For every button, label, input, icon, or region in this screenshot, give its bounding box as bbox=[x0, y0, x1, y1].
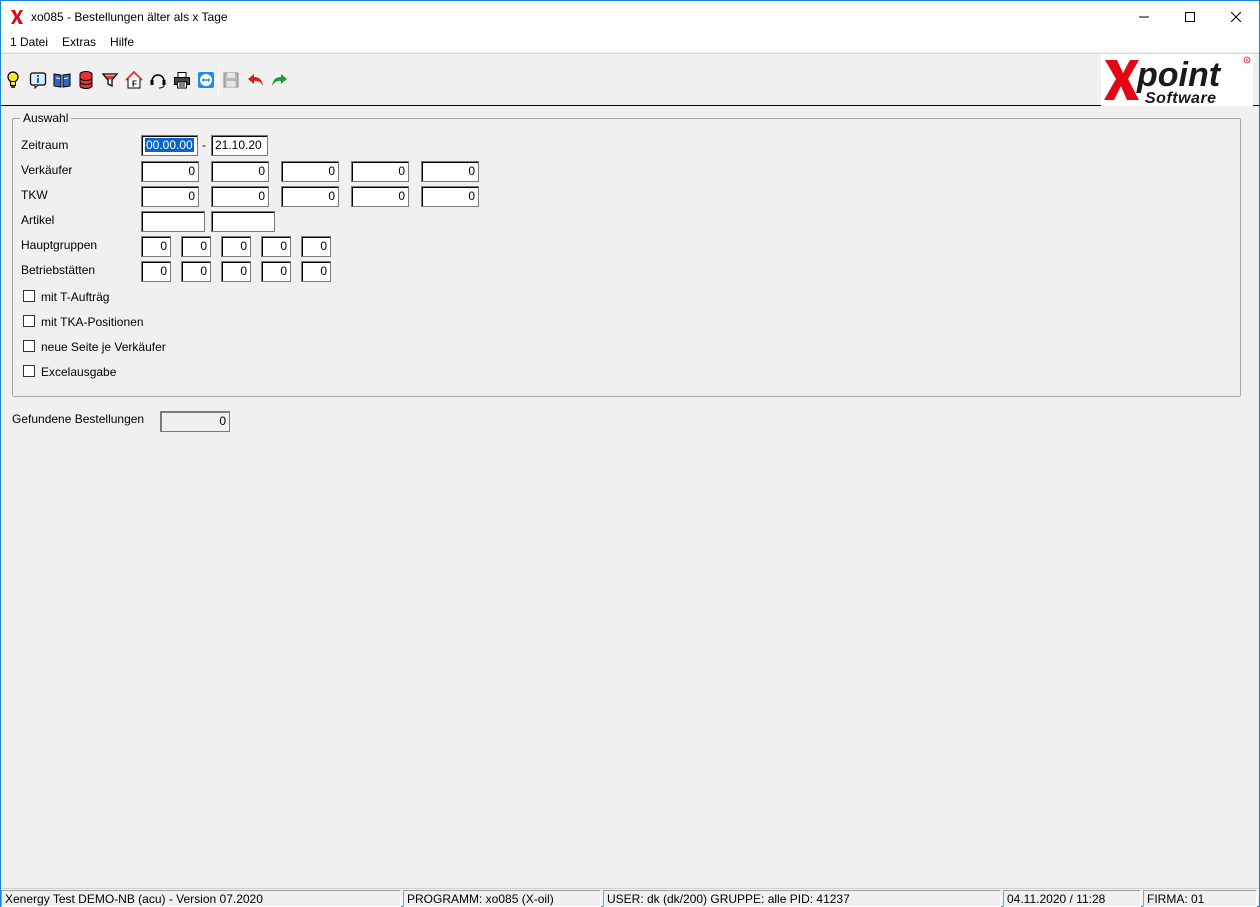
zeitraum-label: Zeitraum bbox=[21, 138, 69, 152]
redo-button[interactable] bbox=[269, 70, 289, 90]
book-icon bbox=[53, 73, 71, 88]
tka-positionen-label[interactable]: mit TKA-Positionen bbox=[41, 315, 144, 329]
xpoint-logo: point Software R bbox=[1101, 54, 1253, 107]
artikel-field-1[interactable] bbox=[141, 211, 205, 232]
zeitraum-to-field[interactable]: 21.10.20 bbox=[211, 135, 268, 156]
neue-seite-checkbox[interactable] bbox=[23, 340, 35, 352]
close-button[interactable] bbox=[1213, 1, 1259, 32]
database-icon bbox=[79, 71, 93, 89]
title-bar[interactable]: xo085 - Bestellungen älter als x Tage bbox=[1, 1, 1259, 32]
close-icon bbox=[1231, 11, 1241, 22]
menu-bar: 1 Datei Extras Hilfe bbox=[1, 32, 1259, 52]
verkaeufer-field-3[interactable]: 0 bbox=[281, 161, 339, 182]
maximize-icon bbox=[1185, 11, 1195, 22]
verkaeufer-field-4[interactable]: 0 bbox=[351, 161, 409, 182]
status-version: Xenergy Test DEMO-NB (acu) - Version 07.… bbox=[1, 890, 401, 907]
headset-button[interactable] bbox=[148, 70, 168, 90]
headset-icon bbox=[150, 74, 166, 89]
tka-positionen-checkbox[interactable] bbox=[23, 315, 35, 327]
lightbulb-icon bbox=[7, 71, 19, 88]
menu-hilfe[interactable]: Hilfe bbox=[103, 32, 141, 52]
auswahl-title: Auswahl bbox=[20, 111, 72, 125]
excelausgabe-checkbox[interactable] bbox=[23, 365, 35, 377]
toolbar-separator bbox=[218, 66, 219, 96]
minimize-icon bbox=[1139, 16, 1149, 17]
betriebstaetten-field-2[interactable]: 0 bbox=[181, 261, 211, 282]
print-button[interactable] bbox=[172, 70, 192, 90]
hauptgruppen-field-2[interactable]: 0 bbox=[181, 236, 211, 257]
neue-seite-label[interactable]: neue Seite je Verkäufer bbox=[41, 340, 166, 354]
hauptgruppen-field-3[interactable]: 0 bbox=[221, 236, 251, 257]
save-icon bbox=[223, 72, 239, 88]
artikel-label: Artikel bbox=[21, 213, 55, 227]
info-icon bbox=[29, 72, 47, 89]
zeitraum-separator: - bbox=[202, 138, 206, 152]
teamviewer-icon bbox=[198, 72, 214, 88]
verkaeufer-field-2[interactable]: 0 bbox=[211, 161, 269, 182]
tkw-field-1[interactable]: 0 bbox=[141, 186, 199, 207]
save-button[interactable] bbox=[221, 70, 241, 90]
app-window: xo085 - Bestellungen älter als x Tage 1 … bbox=[0, 0, 1260, 907]
hauptgruppen-label: Hauptgruppen bbox=[21, 238, 98, 252]
toolbar: F point Software R bbox=[1, 53, 1259, 107]
betriebstaetten-label: Betriebstätten bbox=[21, 263, 96, 277]
verkaeufer-field-5[interactable]: 0 bbox=[421, 161, 479, 182]
redo-icon bbox=[272, 74, 287, 86]
tkw-field-5[interactable]: 0 bbox=[421, 186, 479, 207]
book-button[interactable] bbox=[52, 70, 72, 90]
hauptgruppen-field-5[interactable]: 0 bbox=[301, 236, 331, 257]
auswahl-groupbox bbox=[12, 118, 1241, 397]
undo-button[interactable] bbox=[246, 70, 266, 90]
t-auftraeg-label[interactable]: mit T-Aufträg bbox=[41, 290, 109, 304]
home-f-icon: F bbox=[125, 71, 143, 89]
t-auftraeg-checkbox[interactable] bbox=[23, 290, 35, 302]
printer-icon bbox=[174, 72, 190, 89]
svg-text:F: F bbox=[132, 80, 137, 89]
tkw-field-4[interactable]: 0 bbox=[351, 186, 409, 207]
tkw-field-2[interactable]: 0 bbox=[211, 186, 269, 207]
menu-extras[interactable]: Extras bbox=[55, 32, 103, 52]
filter-icon bbox=[102, 73, 118, 88]
excelausgabe-label[interactable]: Excelausgabe bbox=[41, 365, 116, 379]
tkw-field-3[interactable]: 0 bbox=[281, 186, 339, 207]
filter-button[interactable] bbox=[100, 70, 120, 90]
hauptgruppen-field-4[interactable]: 0 bbox=[261, 236, 291, 257]
teamviewer-button[interactable] bbox=[196, 70, 216, 90]
gefundene-value-field: 0 bbox=[160, 411, 230, 432]
home-f-button[interactable]: F bbox=[124, 70, 144, 90]
database-button[interactable] bbox=[76, 70, 96, 90]
window-title: xo085 - Bestellungen älter als x Tage bbox=[31, 9, 228, 24]
verkaeufer-label: Verkäufer bbox=[21, 163, 73, 177]
betriebstaetten-field-3[interactable]: 0 bbox=[221, 261, 251, 282]
menu-datei[interactable]: 1 Datei bbox=[3, 32, 55, 52]
status-user: USER: dk (dk/200) GRUPPE: alle PID: 4123… bbox=[603, 890, 1001, 907]
status-bar: Xenergy Test DEMO-NB (acu) - Version 07.… bbox=[1, 888, 1259, 907]
hauptgruppen-field-1[interactable]: 0 bbox=[141, 236, 171, 257]
zeitraum-from-field[interactable]: 00.00.00 bbox=[141, 135, 198, 156]
undo-icon bbox=[248, 74, 263, 86]
minimize-button[interactable] bbox=[1121, 1, 1167, 32]
verkaeufer-field-1[interactable]: 0 bbox=[141, 161, 199, 182]
artikel-field-2[interactable] bbox=[211, 211, 275, 232]
tkw-label: TKW bbox=[21, 188, 48, 202]
betriebstaetten-field-4[interactable]: 0 bbox=[261, 261, 291, 282]
svg-text:point: point bbox=[1136, 56, 1222, 94]
betriebstaetten-field-1[interactable]: 0 bbox=[141, 261, 171, 282]
betriebstaetten-field-5[interactable]: 0 bbox=[301, 261, 331, 282]
lightbulb-button[interactable] bbox=[3, 70, 23, 90]
status-datetime: 04.11.2020 / 11:28 bbox=[1003, 890, 1141, 907]
gefundene-label: Gefundene Bestellungen bbox=[12, 412, 145, 426]
status-programm: PROGRAMM: xo085 (X-oil) bbox=[403, 890, 601, 907]
maximize-button[interactable] bbox=[1167, 1, 1213, 32]
info-button[interactable] bbox=[28, 70, 48, 90]
status-firma: FIRMA: 01 bbox=[1143, 890, 1257, 907]
app-x-icon bbox=[10, 8, 26, 26]
svg-text:Software: Software bbox=[1145, 90, 1217, 106]
